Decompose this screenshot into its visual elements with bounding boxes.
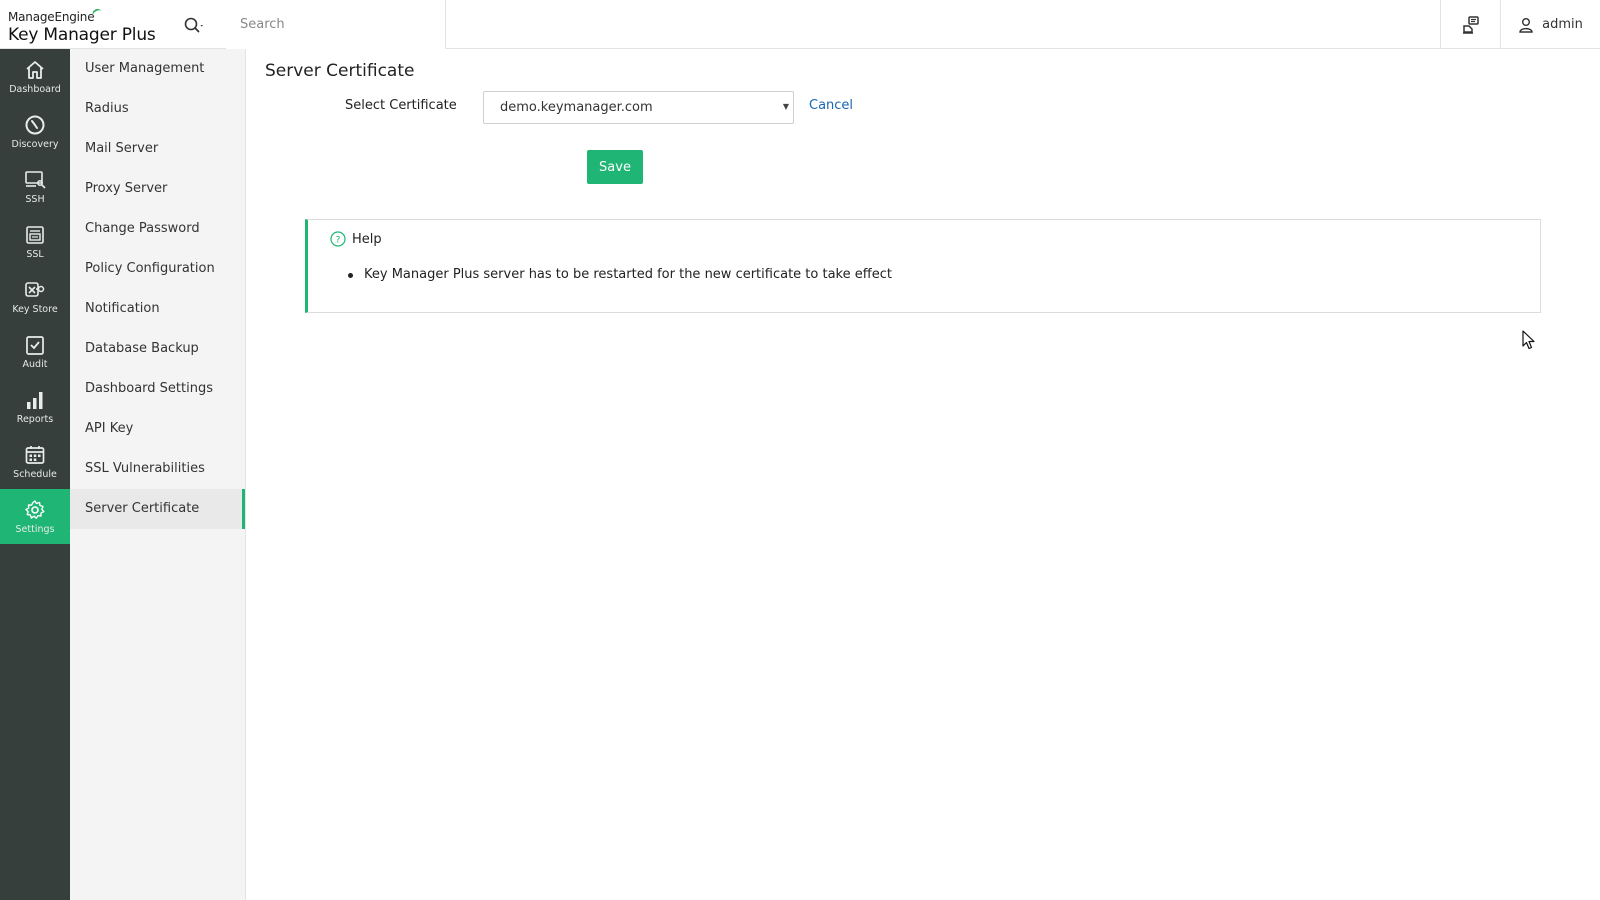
nav-audit[interactable]: Audit [0,324,70,379]
svg-text:?: ? [336,236,341,246]
brand-logo[interactable]: ManageEngine Key Manager Plus [8,6,156,45]
subnav-item-radius[interactable]: Radius [70,89,245,129]
nav-schedule[interactable]: Schedule [0,434,70,489]
nav-label: Reports [16,413,54,425]
nav-ssh[interactable]: SSH [0,159,70,214]
subnav-item-policy-configuration[interactable]: Policy Configuration [70,249,245,289]
bar-chart-icon [27,391,43,409]
subnav-item-api-key[interactable]: API Key [70,409,245,449]
brand-swoosh-icon [91,7,104,19]
cancel-link[interactable]: Cancel [809,98,853,113]
user-icon [1519,17,1533,33]
announcement-icon [1462,15,1479,34]
nav-label: Audit [22,358,48,370]
brand-company: ManageEngine [8,10,95,24]
search-icon[interactable] [182,14,208,36]
nav-settings[interactable]: Settings [0,489,70,544]
nav-reports[interactable]: Reports [0,379,70,434]
help-item: Key Manager Plus server has to be restar… [348,267,892,282]
audit-check-icon [26,335,44,355]
subnav-item-change-password[interactable]: Change Password [70,209,245,249]
select-certificate-label: Select Certificate [345,98,457,113]
certificate-select-value: demo.keymanager.com [500,100,653,115]
nav-label: Discovery [11,138,59,150]
top-header: ManageEngine Key Manager Plus admin [0,0,1600,49]
nav-dashboard[interactable]: Dashboard [0,49,70,104]
calendar-icon [25,445,45,464]
certificate-select[interactable]: demo.keymanager.com ▼ [483,91,794,124]
notification-button[interactable] [1440,0,1500,49]
main-content: Server Certificate Select Certificate de… [246,49,1600,900]
key-store-icon [25,281,45,297]
subnav-item-ssl-vulnerabilities[interactable]: SSL Vulnerabilities [70,449,245,489]
subnav-item-proxy-server[interactable]: Proxy Server [70,169,245,209]
user-menu[interactable]: admin [1500,0,1600,49]
nav-label: Dashboard [9,83,61,95]
subnav-item-server-certificate[interactable]: Server Certificate [70,489,245,529]
subnav-item-dashboard-settings[interactable]: Dashboard Settings [70,369,245,409]
nav-label: Settings [15,523,55,535]
help-question-icon: ? [330,231,346,247]
nav-label: Key Store [12,303,58,315]
search-input[interactable] [226,0,446,49]
ssh-terminal-icon [25,170,46,189]
nav-ssl[interactable]: SSL [0,214,70,269]
nav-key-store[interactable]: Key Store [0,269,70,324]
mouse-pointer-icon [1522,330,1536,354]
subnav-item-mail-server[interactable]: Mail Server [70,129,245,169]
gear-icon [25,499,45,519]
ssl-certificate-icon [26,225,44,244]
save-button[interactable]: Save [587,150,643,184]
brand-product: Key Manager Plus [8,25,156,45]
nav-label: SSH [25,193,45,205]
help-panel: ? Help Key Manager Plus server has to be… [305,219,1541,313]
primary-nav: Dashboard Discovery SSH SSL Key Store Au… [0,49,70,900]
subnav-item-notification[interactable]: Notification [70,289,245,329]
page-title: Server Certificate [265,61,415,81]
compass-icon [25,115,45,134]
nav-discovery[interactable]: Discovery [0,104,70,159]
caret-down-icon: ▼ [782,102,789,111]
home-icon [26,60,44,79]
user-name: admin [1542,17,1583,32]
help-title: Help [352,231,382,247]
help-header: ? Help [330,231,382,247]
nav-label: Schedule [13,468,57,480]
subnav-item-user-management[interactable]: User Management [70,49,245,89]
subnav-item-database-backup[interactable]: Database Backup [70,329,245,369]
settings-subnav: User Management Radius Mail Server Proxy… [70,49,246,900]
help-list: Key Manager Plus server has to be restar… [348,267,892,282]
nav-label: SSL [26,248,44,260]
